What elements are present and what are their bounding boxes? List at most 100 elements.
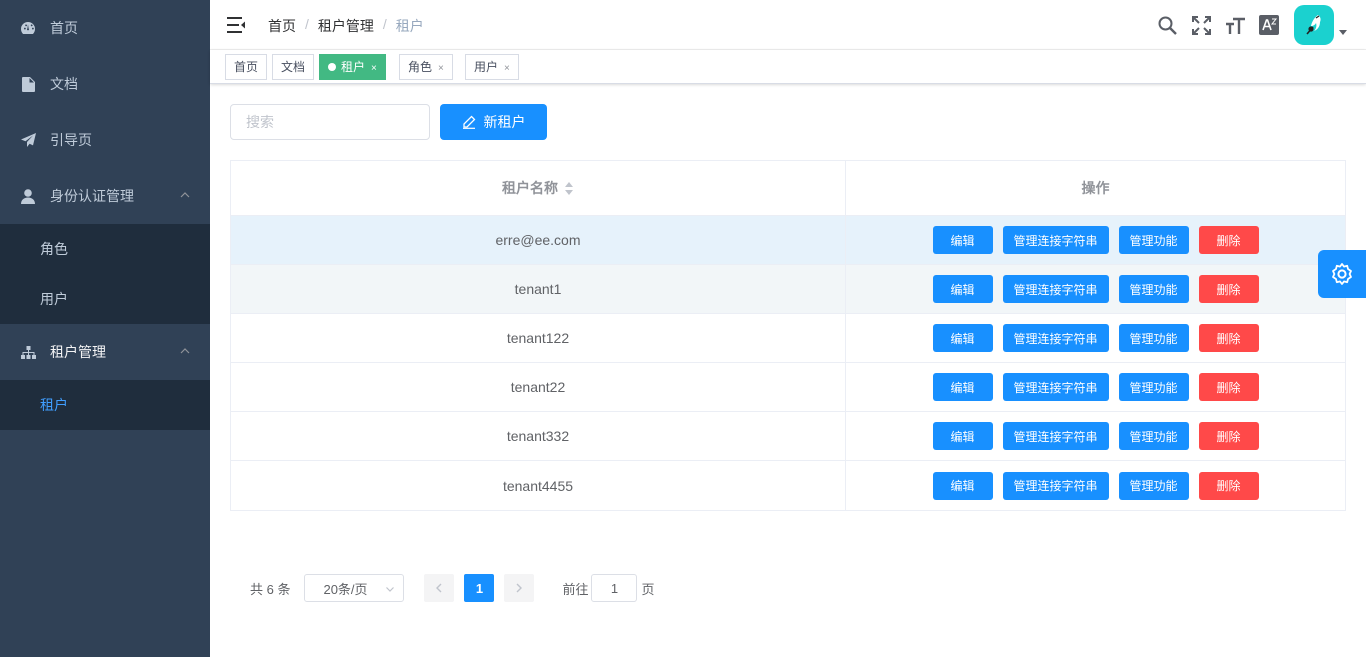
table-header: 租户名称 操作 <box>231 161 1345 216</box>
actions-cell: 编辑 管理连接字符串 管理功能 删除 <box>846 412 1345 460</box>
gear-icon <box>1332 263 1352 285</box>
edit-button[interactable]: 编辑 <box>932 226 993 254</box>
delete-button[interactable]: 删除 <box>1198 422 1259 450</box>
manage-connection-strings-button[interactable]: 管理连接字符串 <box>1002 226 1109 254</box>
delete-button[interactable]: 删除 <box>1198 471 1259 500</box>
edit-button[interactable]: 编辑 <box>932 373 993 401</box>
sidebar-item-label: 角色 <box>40 241 68 257</box>
tenant-submenu: 租户 <box>0 380 210 430</box>
sidebar-item-identity[interactable]: 身份认证管理 <box>0 168 210 224</box>
table-row: tenant22 编辑 管理连接字符串 管理功能 删除 <box>231 363 1345 412</box>
tag-label: 租户 <box>341 60 366 74</box>
chevron-down-icon <box>386 587 395 592</box>
manage-connection-strings-button[interactable]: 管理连接字符串 <box>1002 373 1109 401</box>
pagination-total: 共 6 条 <box>250 581 291 597</box>
document-icon <box>20 76 36 92</box>
manage-connection-strings-button[interactable]: 管理连接字符串 <box>1002 275 1109 303</box>
delete-button[interactable]: 删除 <box>1198 324 1259 352</box>
manage-features-button[interactable]: 管理功能 <box>1118 226 1189 254</box>
sidebar-item-label: 引导页 <box>50 132 92 148</box>
user-icon <box>20 188 36 204</box>
breadcrumb-separator: / <box>305 16 309 32</box>
tag-docs[interactable]: 文档 <box>272 54 315 80</box>
edit-button[interactable]: 编辑 <box>932 471 993 500</box>
sidebar-item-tenant-management[interactable]: 租户管理 <box>0 324 210 380</box>
tag-roles[interactable]: 角色 × <box>399 54 453 80</box>
edit-button[interactable]: 编辑 <box>932 275 993 303</box>
language-icon[interactable] <box>1258 14 1280 36</box>
caret-down-icon[interactable] <box>1338 27 1348 37</box>
close-icon[interactable]: × <box>438 63 444 74</box>
goto-page-input[interactable] <box>591 574 638 602</box>
tenant-table: 租户名称 操作 erre@ee.com 编辑 管理连接字符串 管理功能 删除 tenant… <box>230 160 1346 511</box>
sidebar-item-guide[interactable]: 引导页 <box>0 112 210 168</box>
tenant-name-cell: tenant22 <box>231 363 846 411</box>
sidebar-item-users[interactable]: 用户 <box>0 274 210 324</box>
tag-users[interactable]: 用户 × <box>465 54 519 80</box>
goto-prefix: 前往 <box>562 581 589 597</box>
chevron-right-icon <box>516 583 523 593</box>
identity-submenu: 角色 用户 <box>0 224 210 324</box>
actions-cell: 编辑 管理连接字符串 管理功能 删除 <box>846 265 1345 313</box>
breadcrumb-tenant-management[interactable]: 租户管理 <box>318 16 374 36</box>
edit-button[interactable]: 编辑 <box>932 422 993 450</box>
fullscreen-icon[interactable] <box>1190 14 1212 36</box>
sidebar-item-tenants[interactable]: 租户 <box>0 380 210 430</box>
column-header-label: 租户名称 <box>502 180 558 196</box>
delete-button[interactable]: 删除 <box>1198 373 1259 401</box>
next-page-button[interactable] <box>504 574 535 602</box>
sidebar-item-home[interactable]: 首页 <box>0 0 210 56</box>
settings-button[interactable] <box>1318 250 1366 298</box>
sort-icon[interactable] <box>564 181 574 195</box>
table-row: tenant122 编辑 管理连接字符串 管理功能 删除 <box>231 314 1345 363</box>
hamburger-icon[interactable] <box>226 15 246 35</box>
pagination: 共 6 条 20条/页 1 前往 页 <box>250 574 655 602</box>
manage-connection-strings-button[interactable]: 管理连接字符串 <box>1002 422 1109 450</box>
search-icon[interactable] <box>1156 14 1178 36</box>
sidebar-item-label: 租户管理 <box>50 344 106 360</box>
table-row: tenant4455 编辑 管理连接字符串 管理功能 删除 <box>231 461 1345 510</box>
manage-connection-strings-button[interactable]: 管理连接字符串 <box>1002 471 1109 500</box>
sidebar-item-label: 文档 <box>50 76 78 92</box>
tenant-name-cell: erre@ee.com <box>231 216 846 264</box>
column-header-actions: 操作 <box>846 161 1345 215</box>
sidebar-item-roles[interactable]: 角色 <box>0 224 210 274</box>
chevron-up-icon <box>180 192 190 198</box>
table-row: erre@ee.com 编辑 管理连接字符串 管理功能 删除 <box>231 216 1345 265</box>
sidebar: 首页 文档 引导页 身份认证管理 角色 用户 租户管理 租户 <box>0 0 210 657</box>
active-dot-icon <box>328 63 336 71</box>
close-icon[interactable]: × <box>371 63 377 74</box>
sidebar-item-label: 用户 <box>40 291 68 307</box>
manage-features-button[interactable]: 管理功能 <box>1118 324 1189 352</box>
column-header-tenant-name[interactable]: 租户名称 <box>231 161 846 215</box>
tenant-name-cell: tenant332 <box>231 412 846 460</box>
close-icon[interactable]: × <box>504 63 510 74</box>
tag-home[interactable]: 首页 <box>225 54 268 80</box>
manage-features-button[interactable]: 管理功能 <box>1118 422 1189 450</box>
tag-tenant[interactable]: 租户 × <box>319 54 386 80</box>
delete-button[interactable]: 删除 <box>1198 275 1259 303</box>
manage-features-button[interactable]: 管理功能 <box>1118 275 1189 303</box>
sidebar-item-docs[interactable]: 文档 <box>0 56 210 112</box>
manage-features-button[interactable]: 管理功能 <box>1118 373 1189 401</box>
page-size-select[interactable]: 20条/页 <box>304 574 405 602</box>
breadcrumb-separator: / <box>382 16 387 32</box>
tenant-name-cell: tenant1 <box>231 265 846 313</box>
goto-page: 前往 页 <box>562 574 655 602</box>
prev-page-button[interactable] <box>424 574 455 602</box>
avatar[interactable] <box>1294 5 1334 45</box>
tag-label: 角色 <box>408 60 433 74</box>
tree-icon <box>20 344 36 360</box>
breadcrumb-home[interactable]: 首页 <box>268 16 296 36</box>
font-size-icon[interactable] <box>1224 14 1246 36</box>
sidebar-item-label: 身份认证管理 <box>50 188 134 204</box>
delete-button[interactable]: 删除 <box>1198 226 1259 254</box>
edit-button[interactable]: 编辑 <box>932 324 993 352</box>
manage-features-button[interactable]: 管理功能 <box>1118 471 1189 500</box>
manage-connection-strings-button[interactable]: 管理连接字符串 <box>1002 324 1109 352</box>
goto-suffix: 页 <box>641 581 655 597</box>
page-number[interactable]: 1 <box>464 574 495 602</box>
search-input[interactable] <box>230 104 430 140</box>
tag-label: 首页 <box>234 60 259 74</box>
new-tenant-button[interactable]: 新租户 <box>440 104 547 140</box>
